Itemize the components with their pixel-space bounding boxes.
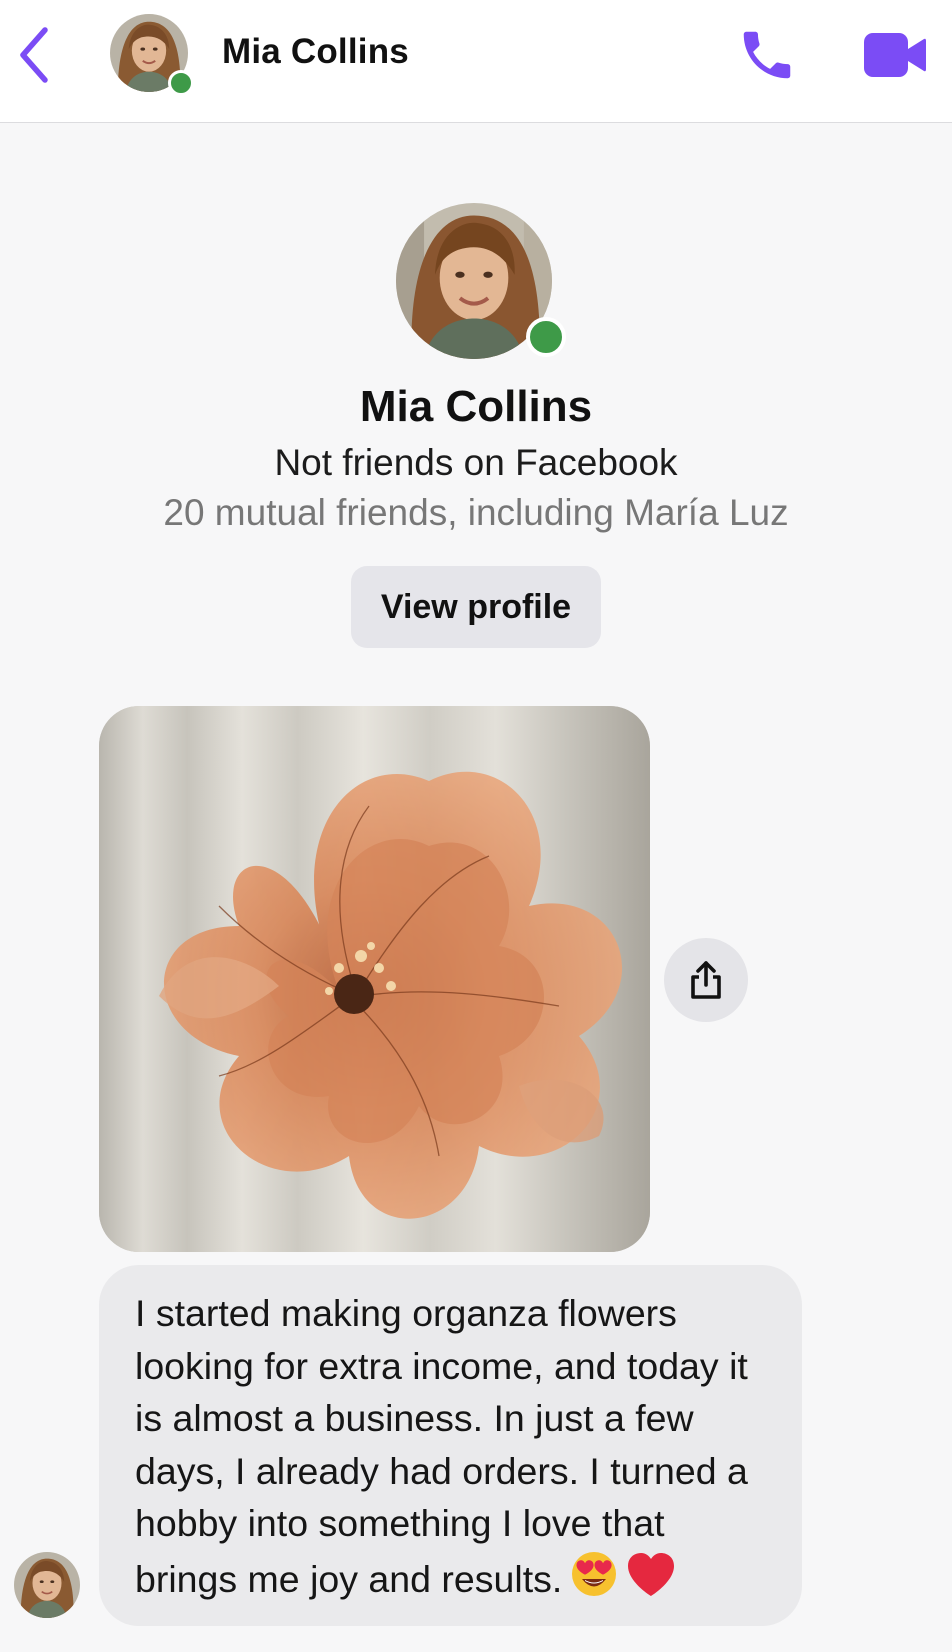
conversation-header: Mia Collins: [0, 0, 952, 123]
header-avatar[interactable]: [110, 14, 194, 96]
red-heart-emoji: [626, 1552, 676, 1612]
online-indicator: [526, 317, 566, 357]
video-call-button[interactable]: [845, 20, 945, 90]
share-icon: [691, 961, 721, 999]
sender-avatar[interactable]: [14, 1552, 80, 1618]
mutual-friends: 20 mutual friends, including María Luz: [163, 492, 789, 533]
image-message[interactable]: [99, 706, 650, 1252]
view-profile-button[interactable]: View profile: [351, 566, 601, 648]
friendship-status: Not friends on Facebook: [274, 442, 678, 483]
video-camera-icon: [864, 33, 926, 77]
audio-call-button[interactable]: [732, 20, 802, 90]
heart-eyes-emoji: [570, 1550, 618, 1612]
conversation-title[interactable]: Mia Collins: [222, 32, 409, 72]
chevron-left-icon: [20, 27, 48, 83]
profile-name: Mia Collins: [359, 382, 593, 431]
online-indicator: [168, 70, 194, 96]
share-button[interactable]: [664, 938, 748, 1022]
back-button[interactable]: [10, 20, 60, 90]
profile-avatar[interactable]: [396, 203, 566, 359]
phone-icon: [743, 31, 791, 79]
message-bubble[interactable]: I started making organza flowers looking…: [99, 1265, 802, 1626]
organza-flower-photo: [99, 706, 650, 1252]
